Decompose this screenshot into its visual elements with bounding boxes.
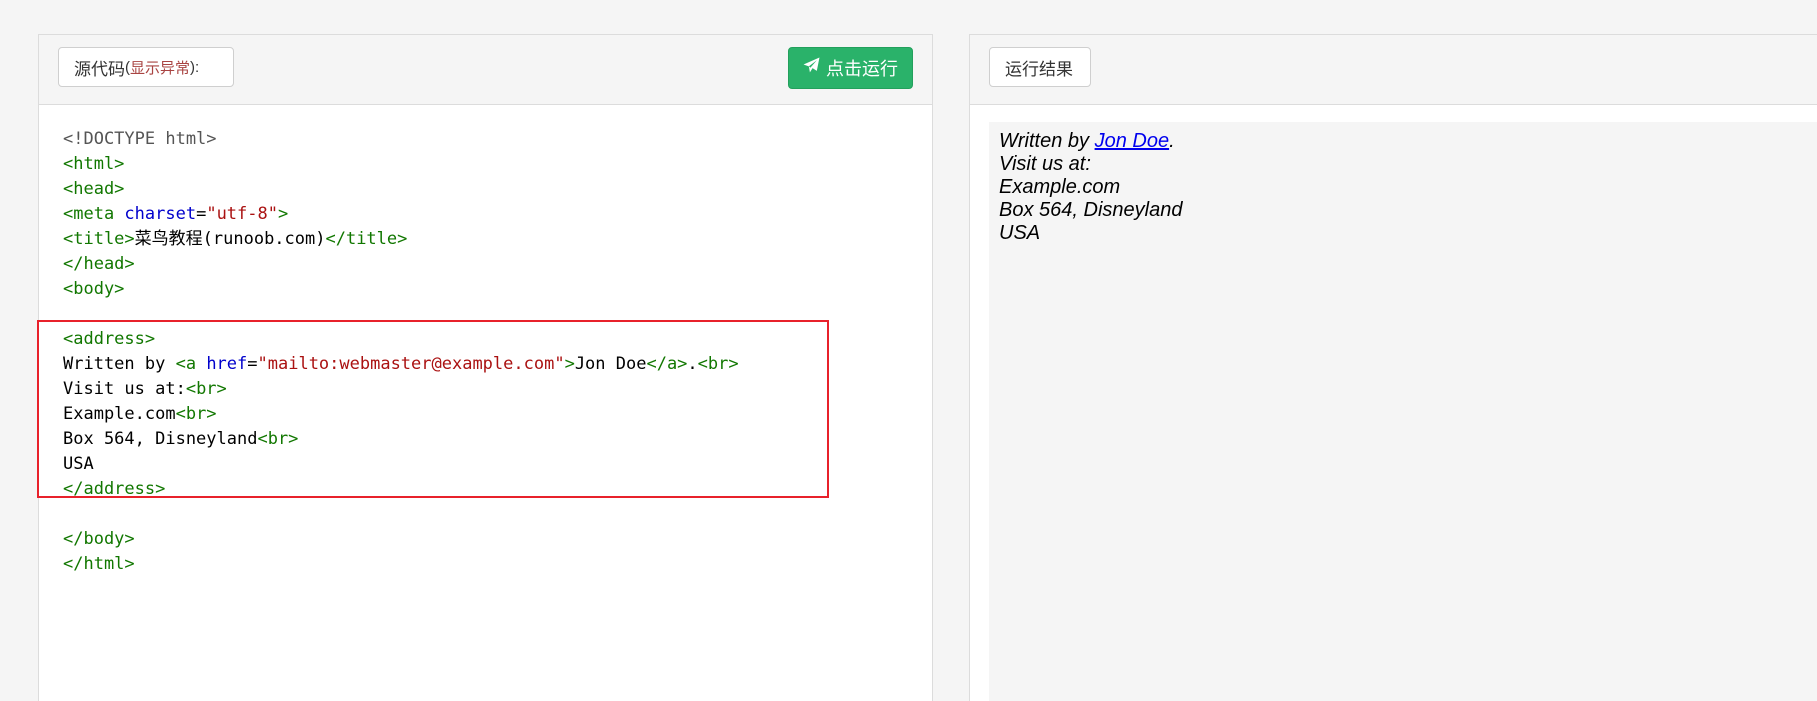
code-line: <title>菜鸟教程(runoob.com)</title> [63,227,739,252]
code-line: </address> [63,477,739,502]
result-panel-header: 运行结果 [970,35,1817,105]
code-token: > [277,204,289,224]
run-button-label: 点击运行 [826,59,898,79]
address-line-5: USA [999,222,1041,244]
code-token: <address> [63,329,156,349]
code-line: Written by <a href="mailto:webmaster@exa… [63,352,739,377]
code-token: "utf-8" [206,204,278,224]
code-token: = [247,354,258,374]
written-by-text: Written by [999,130,1095,152]
code-token: <body> [63,279,125,299]
code-line: </head> [63,252,739,277]
code-token: </title> [325,229,408,249]
code-token: Written by [63,354,176,374]
period-text: . [1169,130,1175,152]
code-token: Visit us at: [63,379,186,399]
code-line: <html> [63,152,739,177]
code-token: 菜鸟教程(runoob.com) [134,229,326,249]
code-line: Box 564, Disneyland<br> [63,427,739,452]
code-token: </address> [63,479,166,499]
jon-doe-link[interactable]: Jon Doe [1095,130,1170,152]
address-line-3: Example.com [999,176,1121,198]
code-token: <br> [185,379,227,399]
code-line: <address> [63,327,739,352]
code-token: </a> [646,354,688,374]
code-token: href [206,354,248,374]
code-token: </head> [63,254,135,274]
paper-plane-icon [803,57,820,79]
code-token: "mailto:webmaster@example.com" [257,354,565,374]
show-error-link[interactable]: 显示异常 [130,57,190,78]
source-code-label: 源代码 (显示异常): [58,47,234,87]
code-token: Box 564, Disneyland [63,429,258,449]
result-frame: Written by Jon Doe. Visit us at: Example… [989,122,1817,701]
source-code-title: 源代码 [74,59,125,79]
code-token: <meta [63,204,125,224]
code-token: Jon Doe [574,354,647,374]
code-line: <head> [63,177,739,202]
code-token: charset [124,204,197,224]
code-token: USA [63,454,94,474]
address-line-1: Written by Jon Doe. [999,130,1808,153]
paren-close: ): [190,58,200,76]
code-line: Visit us at:<br> [63,377,739,402]
source-code-panel: 源代码 (显示异常): 点击运行 <!DOCTYPE html> <html> <h… [37,34,933,701]
code-token: <a [175,354,207,374]
code-token: <br> [697,354,739,374]
address-block: Written by Jon Doe. Visit us at: Example… [989,122,1817,253]
code-editor[interactable]: <!DOCTYPE html> <html> <head> <meta charset… [63,127,739,577]
run-button[interactable]: 点击运行 [788,47,913,89]
code-line: </body> [63,527,739,552]
code-line: <body> [63,277,739,302]
code-token: </html> [63,554,135,574]
code-token: <html> [63,154,125,174]
code-token: > [564,354,575,374]
code-line: <!DOCTYPE html> [63,127,739,152]
source-panel-header: 源代码 (显示异常): 点击运行 [39,35,932,105]
code-token: <br> [175,404,217,424]
code-line: </html> [63,552,739,577]
code-line: <meta charset="utf-8"> [63,202,739,227]
code-token: <br> [257,429,299,449]
code-line: USA [63,452,739,477]
address-line-2: Visit us at: [999,153,1091,175]
result-panel: 运行结果 Written by Jon Doe. Visit us at: Ex… [969,34,1817,701]
code-token: <!DOCTYPE html> [63,129,217,149]
code-token: . [687,354,698,374]
code-token: <title> [63,229,135,249]
address-line-4: Box 564, Disneyland [999,199,1183,221]
code-token: = [196,204,207,224]
code-line: Example.com<br> [63,402,739,427]
result-label: 运行结果 [989,47,1091,87]
code-token: </body> [63,529,135,549]
code-token: Example.com [63,404,176,424]
code-token: <head> [63,179,125,199]
